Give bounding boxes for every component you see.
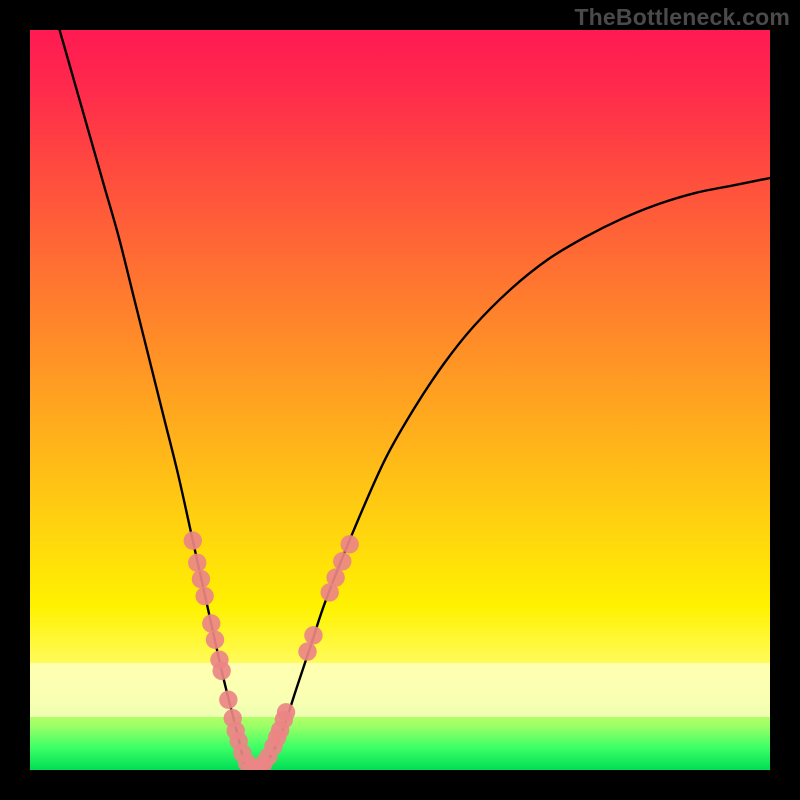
bottleneck-curve: [60, 30, 770, 770]
marker-dot: [219, 691, 237, 709]
marker-dot: [184, 531, 202, 549]
marker-dot: [326, 568, 344, 586]
marker-dot: [202, 614, 220, 632]
marker-dot: [195, 587, 213, 605]
curve-layer: [30, 30, 770, 770]
marker-dot: [333, 552, 351, 570]
marker-dot: [340, 535, 358, 553]
attribution-label: TheBottleneck.com: [574, 4, 790, 31]
marker-dot: [212, 662, 230, 680]
marker-dot: [277, 703, 295, 721]
marker-dot: [188, 554, 206, 572]
marker-dots: [184, 531, 359, 770]
plot-area: [30, 30, 770, 770]
marker-dot: [206, 631, 224, 649]
marker-dot: [304, 626, 322, 644]
marker-dot: [192, 570, 210, 588]
marker-dot: [298, 642, 316, 660]
chart-root: TheBottleneck.com: [0, 0, 800, 800]
